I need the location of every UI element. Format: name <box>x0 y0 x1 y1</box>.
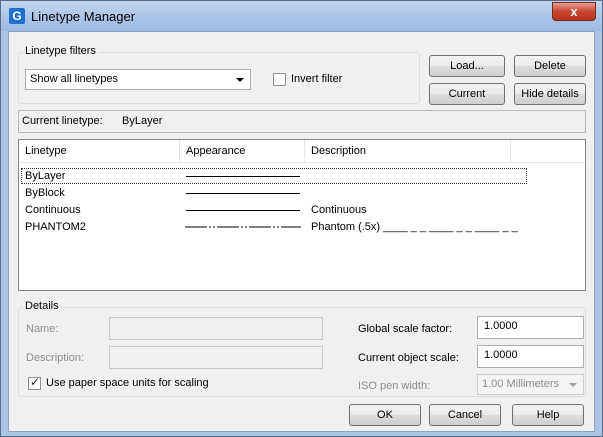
row-linetype-name: Continuous <box>25 204 81 216</box>
name-label: Name: <box>26 323 59 335</box>
column-header-description[interactable]: Description <box>305 140 511 163</box>
row-description: Phantom (.5x) ____ _ _ ____ _ _ ____ _ _ <box>311 221 518 233</box>
hide-details-button[interactable]: Hide details <box>514 83 586 105</box>
linetype-filters-group-label: Linetype filters <box>23 45 98 57</box>
current-object-scale-value: 1.0000 <box>484 349 518 361</box>
iso-pen-width-value: 1.00 Millimeters <box>482 378 560 390</box>
column-header-appearance[interactable]: Appearance <box>180 140 305 163</box>
global-scale-value: 1.0000 <box>484 320 518 332</box>
delete-button[interactable]: Delete <box>514 55 586 77</box>
global-scale-label: Global scale factor: <box>358 323 453 335</box>
column-header-linetype[interactable]: Linetype <box>19 140 180 163</box>
window-title: Linetype Manager <box>31 9 136 24</box>
row-linetype-name: PHANTOM2 <box>25 221 86 233</box>
current-object-scale-label: Current object scale: <box>358 352 459 364</box>
cancel-button[interactable]: Cancel <box>429 404 501 426</box>
current-button[interactable]: Current <box>429 83 505 105</box>
close-button[interactable]: x <box>552 2 596 21</box>
list-row-bylayer[interactable]: ByLayer <box>19 168 585 185</box>
row-linetype-name: ByBlock <box>25 187 65 199</box>
list-row-byblock[interactable]: ByBlock <box>19 185 585 202</box>
dialog-client-area: Linetype filters Show all linetypes Inve… <box>8 31 595 432</box>
paper-space-units-checkbox[interactable] <box>28 375 41 390</box>
paper-space-units-label[interactable]: Use paper space units for scaling <box>46 377 209 389</box>
global-scale-field[interactable]: 1.0000 <box>477 316 584 339</box>
linetype-list[interactable]: Linetype Appearance Description ByLayer … <box>18 139 586 291</box>
linetype-manager-window: G Linetype Manager x Linetype filters Sh… <box>0 0 603 437</box>
linetype-filter-value: Show all linetypes <box>30 73 119 85</box>
current-linetype-label: Current linetype: <box>22 115 103 127</box>
current-object-scale-field[interactable]: 1.0000 <box>477 345 584 368</box>
current-linetype-value: ByLayer <box>122 115 163 127</box>
ok-button[interactable]: OK <box>349 404 421 426</box>
load-button[interactable]: Load... <box>429 55 505 77</box>
list-row-continuous[interactable]: Continuous Continuous <box>19 202 585 219</box>
chevron-down-icon[interactable] <box>236 78 244 82</box>
chevron-down-icon[interactable] <box>569 383 577 387</box>
invert-filter-checkbox[interactable] <box>273 73 286 86</box>
iso-pen-width-label: ISO pen width: <box>358 380 431 392</box>
help-button[interactable]: Help <box>512 404 584 426</box>
app-icon: G <box>9 8 25 24</box>
description-field[interactable] <box>109 346 323 369</box>
invert-filter-text: Invert filter <box>291 73 343 85</box>
appearance-solid-line <box>186 210 300 211</box>
details-group-label: Details <box>23 300 61 312</box>
current-linetype-bar: Current linetype: ByLayer <box>18 110 586 133</box>
description-label: Description: <box>26 352 85 364</box>
list-header: Linetype Appearance Description <box>19 140 585 163</box>
invert-filter-label[interactable]: Invert filter <box>291 73 342 85</box>
appearance-solid-line <box>186 193 300 194</box>
title-bar[interactable]: G Linetype Manager x <box>1 1 602 31</box>
name-field[interactable] <box>109 317 323 340</box>
list-row-phantom2[interactable]: PHANTOM2 Phantom (.5x) ____ _ _ ____ _ _… <box>19 219 585 236</box>
linetype-filter-dropdown[interactable]: Show all linetypes <box>25 69 251 90</box>
iso-pen-width-dropdown[interactable]: 1.00 Millimeters <box>477 374 584 395</box>
appearance-solid-line <box>186 176 300 177</box>
row-linetype-name: ByLayer <box>25 170 66 182</box>
row-description: Continuous <box>311 204 367 216</box>
appearance-phantom-line <box>185 226 301 228</box>
